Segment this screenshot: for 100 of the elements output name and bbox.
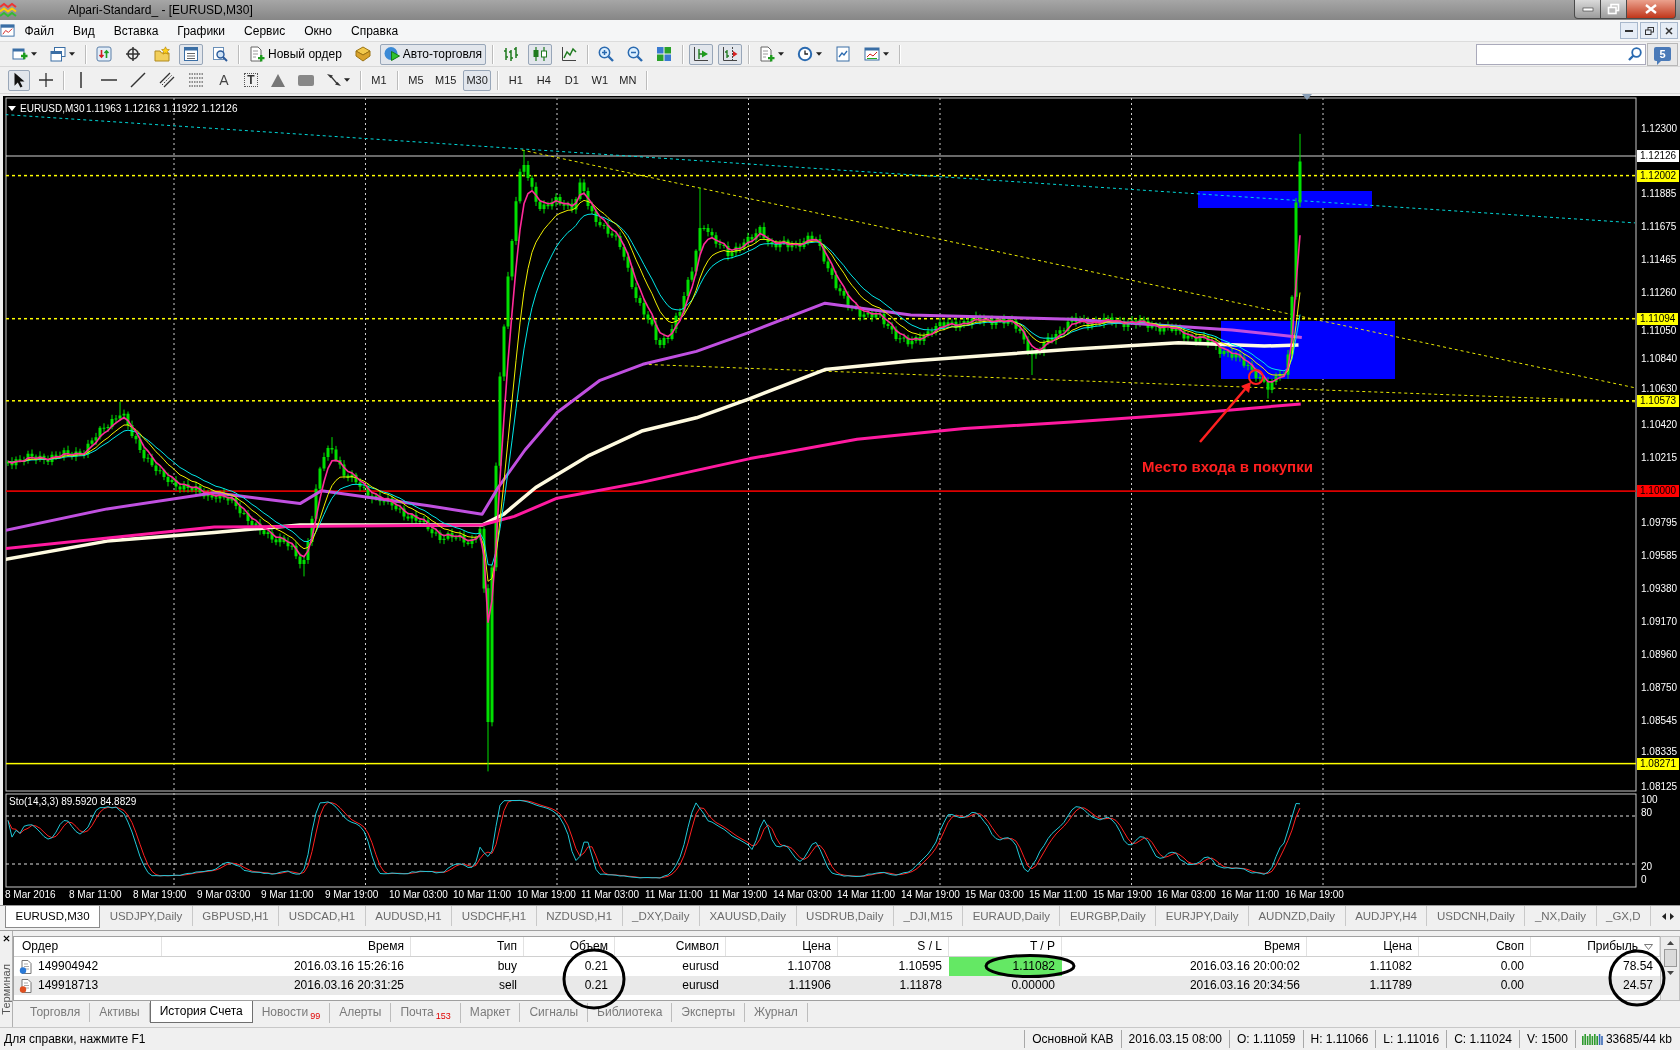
chart-shift-button[interactable] (718, 43, 743, 65)
timeframe-button[interactable]: M30 (463, 69, 491, 91)
chart-tab[interactable]: GBPUSD,H1 (192, 906, 280, 926)
signal-bars-icon (1581, 1033, 1603, 1045)
column-header[interactable]: Цена (726, 937, 838, 956)
text-tool-button[interactable]: A (213, 69, 235, 91)
zoom-out-icon (627, 46, 644, 62)
column-header[interactable]: Время (1062, 937, 1307, 956)
status-field: L: 1.11016 (1375, 1030, 1447, 1048)
panel-tab[interactable]: Журнал (745, 1003, 808, 1022)
menu-item[interactable]: Вставка (104, 20, 168, 41)
chart-tab[interactable]: NZDUSD,H1 (536, 906, 623, 926)
annotation-arrow (1199, 382, 1251, 443)
close-button[interactable] (1627, 0, 1676, 19)
table-row[interactable]: 149904942 2016.03.16 15:26:16 buy 0.21 eurusd 1.10708 1.10595 1.11082 2016.03.16 20:00:02 1.11082 0.00 78.54 (14, 957, 1660, 976)
panel-tab[interactable]: Эксперты (672, 1003, 746, 1022)
bars-icon (503, 46, 520, 62)
indicator-scale-label: 0 (1641, 874, 1647, 886)
minimize-button[interactable] (1574, 0, 1601, 19)
chart-tab[interactable]: AUDNZD,Daily (1248, 906, 1346, 926)
new-order-button[interactable]: Новый ордер (245, 43, 346, 65)
restore-window-button[interactable] (1640, 22, 1658, 39)
panel-tab[interactable]: Маркет (460, 1003, 521, 1022)
window-list-icon (183, 46, 199, 62)
panel-tab[interactable]: Алерты (330, 1003, 392, 1022)
panel-tab[interactable]: История Счета (149, 1001, 253, 1023)
panel-tab[interactable]: Торговля (21, 1003, 91, 1022)
text-label-button[interactable]: T (240, 69, 262, 91)
autotrading-button[interactable]: Авто-торговля (379, 43, 487, 65)
menu-item[interactable]: Справка (341, 20, 408, 41)
column-header[interactable]: Ордер (14, 937, 162, 956)
close-window-button[interactable] (1660, 22, 1678, 39)
terminal-button[interactable] (179, 43, 203, 65)
timeframe-button[interactable]: D1 (559, 69, 584, 91)
scroll-thumb[interactable] (1663, 949, 1677, 967)
order-document-icon (19, 978, 33, 993)
chart-tab[interactable]: EURJPY,Daily (1156, 906, 1249, 926)
chart-tab[interactable]: EURGBP,Daily (1060, 906, 1157, 926)
column-header[interactable]: Тип (411, 937, 524, 956)
chart-tab[interactable]: USDCNH,Daily (1427, 906, 1526, 926)
timeframe-button[interactable]: M15 (432, 69, 460, 91)
panel-tab[interactable]: Библиотека (588, 1003, 673, 1022)
price-label: 1.10420 (1641, 418, 1678, 431)
panel-tab[interactable]: Сигналы (520, 1003, 589, 1022)
candlestick-chart-button[interactable] (528, 43, 553, 65)
table-row[interactable]: 149918713 2016.03.16 20:31:25 sell 0.21 eurusd 1.11906 1.11878 0.00000 2016.03.16 20:34:56 1.11789 0.00 24.57 (14, 976, 1660, 995)
column-header[interactable]: Время (162, 937, 411, 956)
menu-item[interactable]: Окно (294, 20, 342, 41)
chart-tab[interactable]: EURAUD,Daily (963, 906, 1061, 926)
timeframe-button[interactable]: H1 (503, 69, 528, 91)
indicator-label: Sto(14,3,3) 89.5920 84.8829 (9, 796, 137, 808)
minimize-window-button[interactable] (1620, 22, 1638, 39)
search-field[interactable] (1476, 43, 1646, 65)
column-header[interactable]: Цена (1307, 937, 1419, 956)
auto-scroll-button[interactable] (689, 43, 714, 65)
chart-tab[interactable]: USDCAD,H1 (279, 906, 366, 926)
chart-tab[interactable]: AUDUSD,H1 (365, 906, 453, 926)
panel-tab[interactable]: Активы (90, 1003, 150, 1022)
messages-button[interactable]: 5 (1647, 42, 1678, 66)
chart-tab[interactable]: USDCHF,H1 (452, 906, 537, 926)
cube-icon (354, 46, 371, 62)
column-header[interactable]: Символ (615, 937, 726, 956)
panel-title: Терминал (0, 964, 12, 1015)
restore-icon (1608, 4, 1619, 14)
chart-tab[interactable]: _DJI,M15 (893, 906, 964, 926)
indicator-scale-label: 100 (1641, 794, 1658, 806)
status-field: O: 1.11059 (1229, 1030, 1303, 1048)
timeframe-button[interactable]: M5 (404, 69, 428, 91)
menu-item[interactable]: Файл (15, 20, 64, 41)
target-icon (125, 46, 141, 62)
table-cell-text: 1.11906 (787, 977, 832, 994)
column-header[interactable]: T / P (949, 937, 1062, 956)
cursor-button[interactable] (8, 69, 30, 91)
table-cell-text: 2016.03.16 15:26:16 (292, 958, 405, 975)
chart-tab[interactable]: _NX,Daily (1525, 906, 1597, 926)
zoom-in-icon (598, 46, 615, 62)
document-plus-icon (249, 46, 265, 62)
sort-icon (1644, 943, 1653, 950)
right-arrow-icon[interactable] (1670, 912, 1674, 920)
timeframe-button[interactable]: H4 (531, 69, 556, 91)
restore-icon (1644, 26, 1654, 35)
menu-item[interactable]: Сервис (234, 20, 295, 41)
timeframe-button[interactable]: W1 (587, 69, 612, 91)
chart-tab[interactable]: AUDJPY,H4 (1345, 906, 1428, 926)
timeframe-button[interactable]: M1 (367, 69, 391, 91)
menu-item[interactable]: Графики (167, 20, 235, 41)
chart-tab[interactable]: USDRUB,Daily (796, 906, 894, 926)
chart-tab[interactable]: XAUUSD,Daily (699, 906, 797, 926)
left-arrow-icon[interactable] (1662, 912, 1666, 920)
column-header[interactable]: S / L (838, 937, 949, 956)
menu-item[interactable]: Вид (63, 20, 105, 41)
chart-tab[interactable]: USDJPY,Daily (100, 906, 193, 926)
timeframe-button[interactable]: MN (615, 69, 640, 91)
price-label: 1.12300 (1641, 122, 1678, 135)
chart-tab[interactable]: EURUSD,M30 (5, 906, 101, 928)
caret-icon (69, 52, 75, 56)
column-header[interactable]: Своп (1419, 937, 1531, 956)
chart-tab[interactable]: _DXY,Daily (622, 906, 700, 926)
restore-button[interactable] (1601, 0, 1627, 19)
chart-tab[interactable]: _GX,D (1596, 906, 1652, 926)
